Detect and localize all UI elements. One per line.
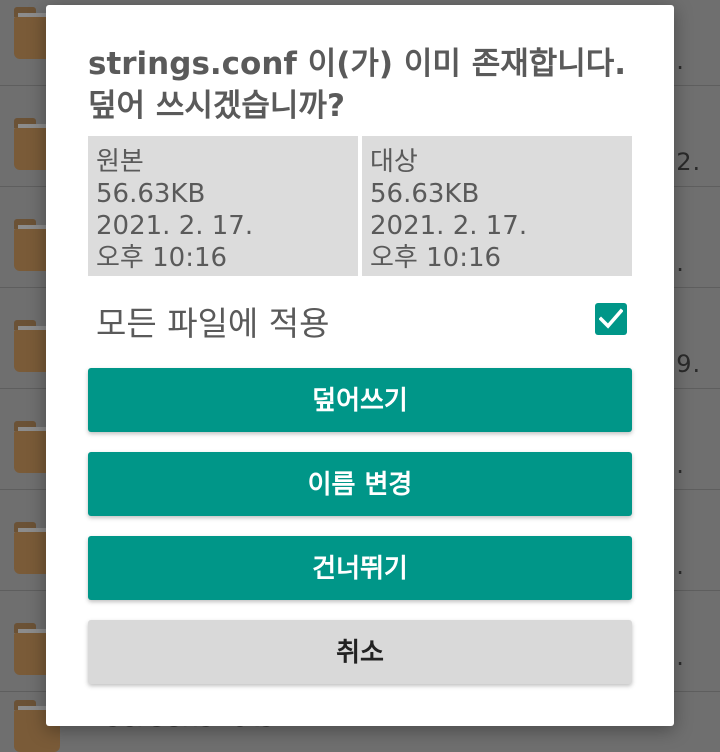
apply-all-label: 모든 파일에 적용 (96, 304, 330, 343)
target-heading: 대상 (370, 147, 418, 177)
target-size: 56.63KB (370, 179, 480, 209)
source-heading: 원본 (96, 147, 144, 177)
skip-button[interactable]: 건너뛰기 (88, 536, 632, 600)
source-date: 2021. 2. 17. (96, 211, 254, 241)
target-file-info: 대상 56.63KB 2021. 2. 17. 오후 10:16 (362, 136, 632, 276)
cancel-button[interactable]: 취소 (88, 620, 632, 684)
file-conflict-dialog: strings.conf 이(가) 이미 존재합니다. 덮어 쓰시겠습니까? 원… (46, 5, 674, 726)
overwrite-button[interactable]: 덮어쓰기 (88, 368, 632, 432)
checkmark-icon (599, 308, 623, 329)
rename-button[interactable]: 이름 변경 (88, 452, 632, 516)
target-date: 2021. 2. 17. (370, 211, 528, 241)
target-time: 오후 10:16 (370, 243, 502, 273)
apply-all-checkbox[interactable] (595, 303, 627, 335)
dialog-title: strings.conf 이(가) 이미 존재합니다. 덮어 쓰시겠습니까? (88, 46, 627, 124)
source-time: 오후 10:16 (96, 243, 228, 273)
source-file-info: 원본 56.63KB 2021. 2. 17. 오후 10:16 (88, 136, 358, 276)
source-size: 56.63KB (96, 179, 206, 209)
